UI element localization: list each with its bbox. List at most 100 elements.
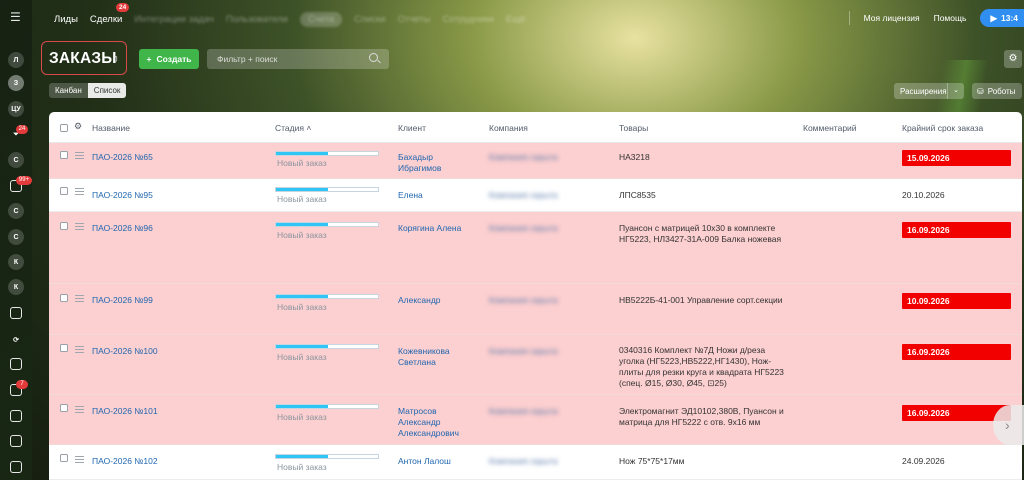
help-link[interactable]: Помощь — [934, 13, 967, 23]
row-checkbox[interactable] — [60, 454, 68, 462]
sidebar-item-s2[interactable]: С — [8, 203, 24, 219]
row-checkbox[interactable] — [60, 187, 68, 195]
sidebar-item-orders[interactable]: З — [8, 75, 24, 91]
client-link[interactable]: Корягина Алена — [398, 223, 461, 234]
table-row[interactable]: ПАО-2026 №95 Новый заказ Елена Компания … — [49, 179, 1022, 212]
order-link[interactable]: ПАО-2026 №96 — [92, 223, 153, 234]
select-all-checkbox[interactable] — [60, 124, 68, 132]
bot-icon[interactable] — [10, 307, 22, 319]
row-checkbox[interactable] — [60, 344, 68, 352]
order-link[interactable]: ПАО-2026 №65 — [92, 152, 153, 163]
column-settings-gear-icon[interactable]: ⚙ — [74, 121, 82, 132]
goods-cell: НА3218 — [619, 152, 650, 162]
client-link[interactable]: Антон Лалош — [398, 456, 451, 467]
company-blurred[interactable]: Компания скрыта — [489, 456, 589, 467]
header-goods[interactable]: Товары — [619, 123, 648, 133]
sidebar-item-s1[interactable]: С — [8, 152, 24, 168]
nav-hidden-item[interactable]: Отчеты — [398, 14, 431, 25]
row-checkbox[interactable] — [60, 404, 68, 412]
table-row[interactable]: ПАО-2026 №100 Новый заказ Кожевникова Св… — [49, 335, 1022, 395]
drag-handle-icon[interactable] — [75, 188, 84, 195]
stage-progress[interactable] — [275, 151, 379, 156]
client-link[interactable]: Матросов Александр Александрович — [398, 406, 473, 439]
stage-progress[interactable] — [275, 404, 379, 409]
sidebar-item-k2[interactable]: К — [8, 279, 24, 295]
header-stage[interactable]: Стадия ˄ — [275, 123, 311, 133]
stage-progress[interactable] — [275, 454, 379, 459]
row-checkbox[interactable] — [60, 294, 68, 302]
header-client[interactable]: Клиент — [398, 123, 426, 133]
stage-label: Новый заказ — [277, 412, 327, 422]
company-blurred[interactable]: Компания скрыта — [489, 223, 589, 273]
table-row[interactable]: ПАО-2026 №65 Новый заказ Бахадыр Ибрагим… — [49, 143, 1022, 179]
file-icon[interactable] — [10, 461, 22, 473]
client-link[interactable]: Бахадыр Ибрагимов — [398, 152, 478, 174]
company-blurred[interactable]: Компания скрыта — [489, 190, 599, 201]
tab-list[interactable]: Список — [87, 83, 127, 98]
order-link[interactable]: ПАО-2026 №100 — [92, 346, 158, 357]
search-input[interactable] — [207, 49, 389, 69]
sync-icon[interactable]: ⟳ — [8, 332, 24, 348]
extensions-button[interactable]: Расширения ⌄ — [894, 83, 964, 99]
row-checkbox[interactable] — [60, 151, 68, 159]
header-deadline[interactable]: Крайний срок заказа — [902, 123, 983, 133]
sort-up-icon: ˄ — [306, 123, 312, 133]
drag-handle-icon[interactable] — [75, 456, 84, 463]
table-row[interactable]: ПАО-2026 №99 Новый заказ Александр Компа… — [49, 284, 1022, 335]
company-blurred[interactable]: Компания скрыта — [489, 406, 589, 417]
nav-hidden-item[interactable]: Счета — [299, 12, 343, 27]
client-link[interactable]: Александр — [398, 295, 441, 306]
scroll-right-chevron-icon[interactable]: › — [993, 405, 1024, 445]
header-comment[interactable]: Комментарий — [803, 123, 857, 133]
drag-handle-icon[interactable] — [75, 295, 84, 302]
robots-label: Роботы — [987, 86, 1016, 96]
create-button[interactable]: + Создать — [139, 49, 199, 69]
drag-handle-icon[interactable] — [75, 223, 84, 230]
header-name[interactable]: Название — [92, 123, 130, 133]
nav-leads[interactable]: Лиды — [54, 14, 78, 25]
nav-hidden-item[interactable]: Ещё — [506, 14, 525, 25]
top-bar: Лиды Сделки Интеграции задач Пользовател… — [32, 0, 1024, 36]
settings-gear-button[interactable]: ⚙ — [1004, 50, 1022, 68]
nav-hidden-item[interactable]: Интеграции задач — [134, 14, 214, 25]
company-blurred[interactable]: Компания скрыта — [489, 295, 589, 325]
client-link[interactable]: Кожевникова Светлана — [398, 346, 468, 368]
table-row[interactable]: ПАО-2026 №102 Новый заказ Антон Лалош Ко… — [49, 445, 1022, 480]
stage-progress[interactable] — [275, 344, 379, 349]
stage-label: Новый заказ — [277, 230, 327, 240]
stage-progress[interactable] — [275, 222, 379, 227]
stage-progress[interactable] — [275, 187, 379, 192]
tab-kanban[interactable]: Канбан — [49, 83, 88, 98]
sidebar-item-s3[interactable]: С — [8, 229, 24, 245]
header-company[interactable]: Компания — [489, 123, 528, 133]
stage-progress[interactable] — [275, 294, 379, 299]
document-icon[interactable] — [10, 435, 22, 447]
menu-icon[interactable]: ☰ — [10, 11, 22, 23]
nav-deals[interactable]: Сделки — [90, 14, 122, 25]
table-row[interactable]: ПАО-2026 №101 Новый заказ Матросов Алекс… — [49, 395, 1022, 445]
order-link[interactable]: ПАО-2026 №95 — [92, 190, 153, 201]
order-link[interactable]: ПАО-2026 №99 — [92, 295, 153, 306]
drag-handle-icon[interactable] — [75, 406, 84, 413]
search-icon[interactable] — [369, 53, 378, 62]
order-link[interactable]: ПАО-2026 №102 — [92, 456, 158, 467]
sidebar-item-leads[interactable]: Л — [8, 52, 24, 68]
drag-handle-icon[interactable] — [75, 152, 84, 159]
worktime-button[interactable]: ▶ 13:4 — [980, 9, 1024, 27]
table-row[interactable]: ПАО-2026 №96 Новый заказ Корягина Алена … — [49, 212, 1022, 284]
license-link[interactable]: Моя лицензия — [864, 13, 920, 23]
company-blurred[interactable]: Компания скрыта — [489, 346, 589, 386]
chat-icon[interactable] — [10, 410, 22, 422]
client-link[interactable]: Елена — [398, 190, 423, 201]
row-checkbox[interactable] — [60, 222, 68, 230]
calendar-icon[interactable] — [10, 358, 22, 370]
nav-hidden-item[interactable]: Списки — [354, 14, 386, 25]
order-link[interactable]: ПАО-2026 №101 — [92, 406, 158, 417]
nav-hidden-item[interactable]: Сотрудники — [442, 14, 493, 25]
sidebar-item-k1[interactable]: К — [8, 254, 24, 270]
sidebar-item-cu[interactable]: ЦУ — [8, 101, 24, 117]
nav-hidden-item[interactable]: Пользователи — [226, 14, 288, 25]
drag-handle-icon[interactable] — [75, 346, 84, 353]
company-blurred[interactable]: Компания скрыта — [489, 152, 599, 163]
robots-button[interactable]: ⛁ Роботы — [972, 83, 1022, 99]
